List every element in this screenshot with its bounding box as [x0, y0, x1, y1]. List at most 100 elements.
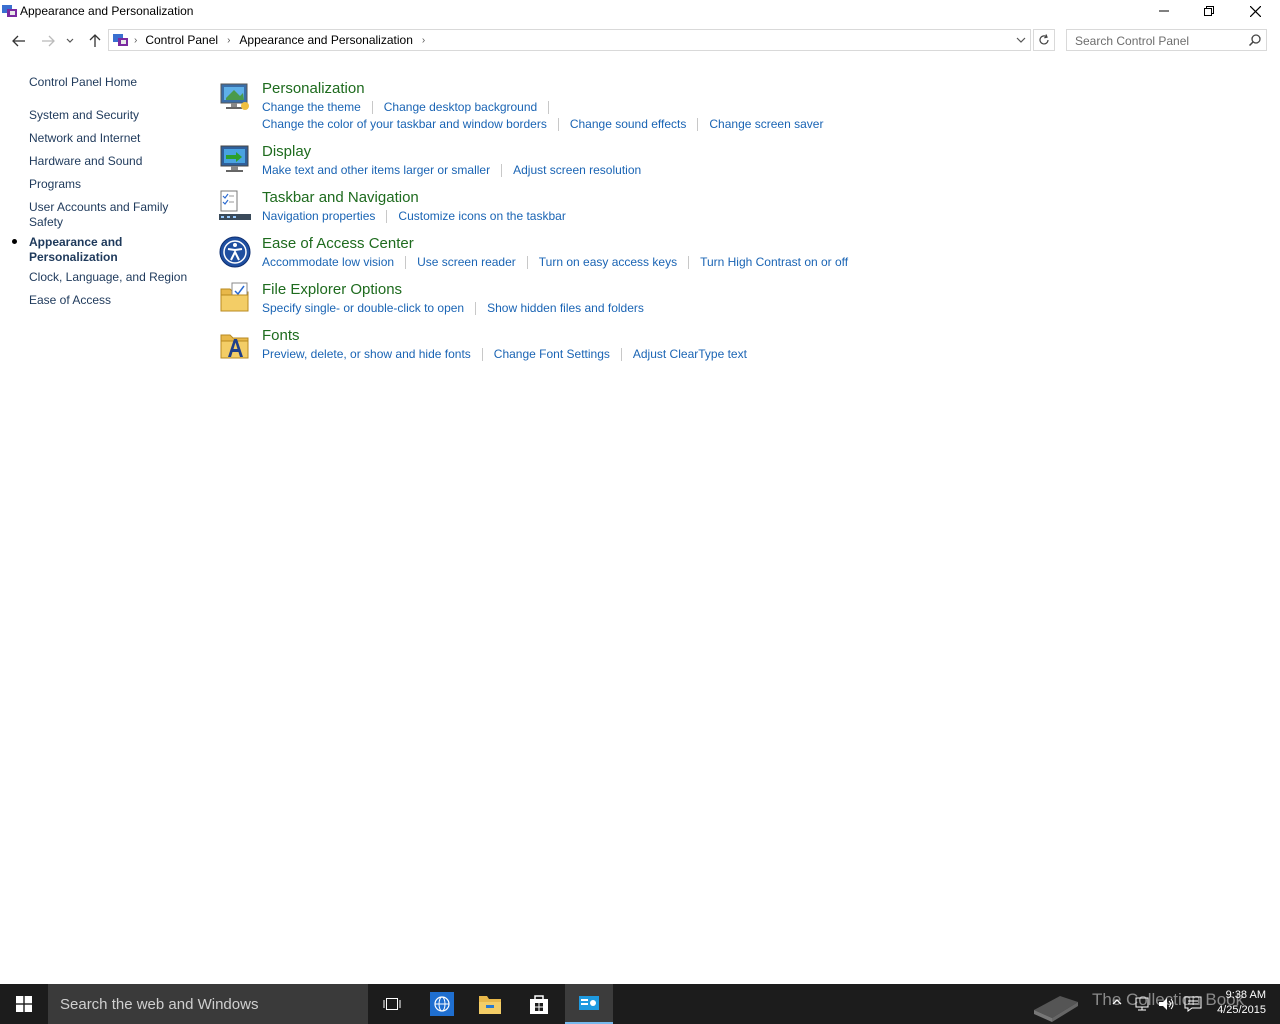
nav-control-panel-home[interactable]: Control Panel Home: [29, 75, 137, 90]
link-customize-taskbar-icons[interactable]: Customize icons on the taskbar: [398, 209, 565, 223]
recent-locations-button[interactable]: [62, 32, 78, 50]
link-text-size[interactable]: Make text and other items larger or smal…: [262, 163, 490, 177]
link-change-screen-saver[interactable]: Change screen saver: [709, 117, 823, 131]
clock-date: 4/25/2015: [1217, 1004, 1266, 1016]
nav-clock-language-region[interactable]: Clock, Language, and Region: [29, 270, 187, 285]
refresh-button[interactable]: [1033, 29, 1055, 51]
clock[interactable]: 9:38 AM 4/25/2015: [1217, 988, 1266, 1018]
link-change-sound-effects[interactable]: Change sound effects: [570, 117, 687, 131]
control-panel-icon: [2, 5, 17, 17]
window-title: Appearance and Personalization: [20, 4, 194, 18]
address-dropdown-button[interactable]: [1012, 30, 1030, 50]
nav-appearance-current: Appearance and Personalization: [29, 235, 123, 264]
link-preview-fonts[interactable]: Preview, delete, or show and hide fonts: [262, 347, 471, 361]
breadcrumb-control-panel[interactable]: Control Panel: [145, 33, 218, 47]
link-screen-reader[interactable]: Use screen reader: [417, 255, 516, 269]
show-hidden-icons-icon[interactable]: [1112, 996, 1122, 1008]
personalization-icon[interactable]: [218, 80, 252, 114]
link-change-theme[interactable]: Change the theme: [262, 100, 361, 114]
nav-programs[interactable]: Programs: [29, 177, 81, 192]
personalization-title[interactable]: Personalization: [262, 80, 365, 97]
taskbar-navigation-title[interactable]: Taskbar and Navigation: [262, 189, 419, 206]
search-icon[interactable]: [1248, 33, 1262, 47]
forward-arrow-icon: [42, 35, 55, 47]
taskbar-store[interactable]: [515, 984, 563, 1024]
fonts-title[interactable]: Fonts: [262, 327, 300, 344]
taskbar-file-explorer[interactable]: [466, 984, 514, 1024]
link-separator: [475, 301, 477, 315]
link-cleartype[interactable]: Adjust ClearType text: [633, 347, 747, 361]
taskbar: Search the web and Windows The Collectio…: [0, 984, 1280, 1024]
link-separator: [548, 100, 550, 114]
personalization-links-row2: Change the color of your taskbar and win…: [262, 117, 823, 131]
link-high-contrast[interactable]: Turn High Contrast on or off: [700, 255, 848, 269]
fonts-links: Preview, delete, or show and hide fonts …: [262, 347, 747, 361]
up-arrow-icon: [89, 34, 101, 47]
chevron-down-icon: [66, 38, 74, 43]
task-view-button[interactable]: [368, 984, 416, 1024]
link-change-taskbar-color[interactable]: Change the color of your taskbar and win…: [262, 117, 547, 131]
link-separator: [697, 117, 699, 131]
folder-icon: [479, 996, 501, 1014]
link-navigation-properties[interactable]: Navigation properties: [262, 209, 375, 223]
chevron-right-icon[interactable]: ›: [227, 35, 230, 46]
nav-ease-of-access[interactable]: Ease of Access: [29, 293, 111, 308]
minimize-button[interactable]: [1141, 0, 1187, 22]
fonts-icon[interactable]: [218, 327, 252, 361]
current-item-bullet: [12, 239, 17, 244]
link-show-hidden-files[interactable]: Show hidden files and folders: [487, 301, 644, 315]
personalization-links-row1: Change the theme Change desktop backgrou…: [262, 100, 560, 114]
display-links: Make text and other items larger or smal…: [262, 163, 641, 177]
action-center-icon[interactable]: [1184, 996, 1202, 1012]
link-separator: [526, 255, 528, 269]
folder-options-icon[interactable]: [218, 281, 252, 315]
back-arrow-icon: [12, 35, 25, 47]
up-button[interactable]: [85, 32, 105, 50]
display-title[interactable]: Display: [262, 143, 311, 160]
forward-button[interactable]: [38, 32, 58, 50]
link-separator: [620, 347, 622, 361]
link-separator: [501, 163, 503, 177]
file-explorer-options-title[interactable]: File Explorer Options: [262, 281, 402, 298]
store-bag-icon: [530, 995, 548, 1014]
link-font-settings[interactable]: Change Font Settings: [494, 347, 610, 361]
network-icon[interactable]: [1134, 996, 1152, 1012]
link-change-desktop-background[interactable]: Change desktop background: [384, 100, 537, 114]
ease-of-access-icon[interactable]: [218, 235, 252, 269]
close-button[interactable]: [1232, 0, 1278, 22]
link-low-vision[interactable]: Accommodate low vision: [262, 255, 394, 269]
taskbar-browser[interactable]: [418, 984, 466, 1024]
windows-logo-icon: [16, 996, 32, 1012]
nav-user-accounts[interactable]: User Accounts and Family Safety: [29, 200, 179, 230]
search-input[interactable]: Search Control Panel: [1066, 29, 1267, 51]
address-bar[interactable]: › Control Panel › Appearance and Persona…: [108, 29, 1031, 51]
link-screen-resolution[interactable]: Adjust screen resolution: [513, 163, 641, 177]
clock-time: 9:38 AM: [1225, 989, 1266, 1001]
nav-system-and-security[interactable]: System and Security: [29, 108, 139, 123]
breadcrumb: › Control Panel › Appearance and Persona…: [109, 30, 434, 50]
chevron-right-icon[interactable]: ›: [422, 35, 425, 46]
start-button[interactable]: [0, 984, 48, 1024]
taskbar-control-panel[interactable]: [565, 984, 613, 1024]
volume-icon[interactable]: [1158, 996, 1176, 1012]
taskbar-icon[interactable]: [218, 189, 252, 223]
link-single-double-click[interactable]: Specify single- or double-click to open: [262, 301, 464, 315]
back-button[interactable]: [9, 32, 29, 50]
link-separator: [688, 255, 690, 269]
control-panel-icon: [579, 996, 599, 1010]
restore-button[interactable]: [1186, 0, 1232, 22]
navigation-bar: › Control Panel › Appearance and Persona…: [0, 28, 1280, 54]
control-panel-icon: [113, 34, 128, 46]
taskbar-search-box[interactable]: Search the web and Windows: [48, 984, 368, 1024]
nav-network-and-internet[interactable]: Network and Internet: [29, 131, 140, 146]
ease-of-access-title[interactable]: Ease of Access Center: [262, 235, 414, 252]
link-easy-access-keys[interactable]: Turn on easy access keys: [539, 255, 677, 269]
breadcrumb-appearance[interactable]: Appearance and Personalization: [239, 33, 412, 47]
taskbar-navigation-links: Navigation properties Customize icons on…: [262, 209, 566, 223]
nav-hardware-and-sound[interactable]: Hardware and Sound: [29, 154, 142, 169]
globe-icon: [430, 992, 454, 1016]
file-explorer-options-links: Specify single- or double-click to open …: [262, 301, 644, 315]
link-separator: [557, 117, 559, 131]
display-icon[interactable]: [218, 143, 252, 177]
chevron-right-icon[interactable]: ›: [134, 35, 137, 46]
